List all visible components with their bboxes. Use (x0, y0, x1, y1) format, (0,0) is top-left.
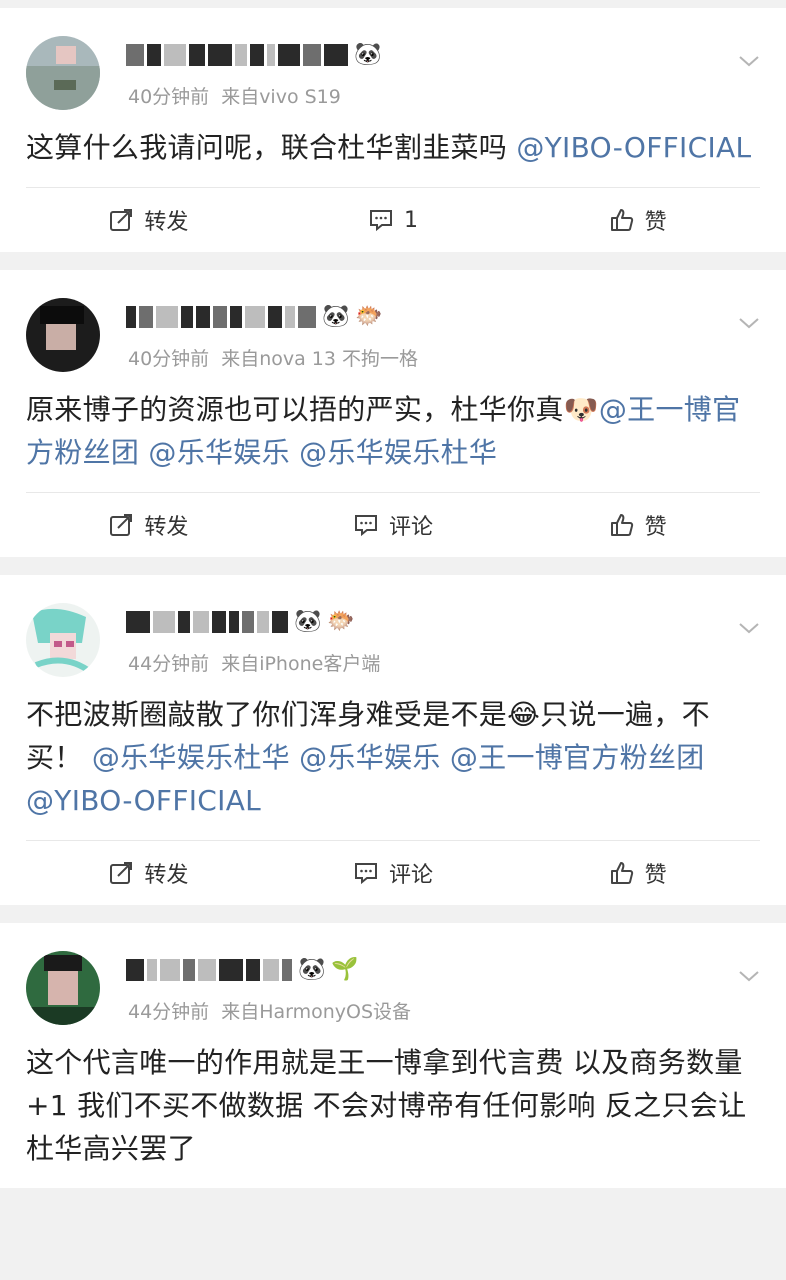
post-time: 44分钟前 (128, 1001, 210, 1023)
comment-icon (355, 863, 377, 885)
chevron-down-icon[interactable] (738, 312, 760, 334)
thumbs-up-icon (610, 209, 633, 231)
chevron-down-icon[interactable] (738, 50, 760, 72)
comment-button[interactable]: 评论 (271, 509, 516, 541)
post-time: 40分钟前 (128, 86, 210, 108)
comment-card: 🐼 🐡 44分钟前 来自iPhone客户端 不把波斯圈敲散了你们浑身难受是不是😂只… (0, 575, 786, 905)
repost-icon (110, 209, 133, 231)
mention-link[interactable]: @乐华娱乐 (148, 436, 290, 469)
comment-icon (370, 210, 392, 232)
repost-button[interactable]: 转发 (26, 857, 271, 889)
avatar[interactable] (26, 603, 100, 677)
badge-icon: 🐼 (298, 957, 326, 982)
username[interactable]: 🐼 (126, 38, 381, 72)
comment-card: 🐼 🐡 40分钟前 来自nova 13 不拘一格 原来博子的资源也可以捂的严实，杜… (0, 270, 786, 557)
comment-button[interactable]: 1 (271, 207, 516, 233)
username[interactable]: 🐼 🌱 (126, 953, 359, 987)
chevron-down-icon[interactable] (738, 617, 760, 639)
comment-text-span: 这个代言唯一的作用就是王一博拿到代言费 以及商务数量+1 我们不买不做数据 不会… (26, 1046, 747, 1165)
chevron-down-icon[interactable] (738, 965, 760, 987)
username[interactable]: 🐼 🐡 (126, 605, 355, 639)
comment-feed: 🐼 40分钟前 来自vivo S19 这算什么我请问呢，联合杜华割韭菜吗 @YIB… (0, 0, 786, 1188)
badge-icon: 🐡 (327, 609, 355, 634)
repost-icon (110, 514, 133, 536)
repost-button[interactable]: 转发 (26, 509, 271, 541)
comment-text: 不把波斯圈敲散了你们浑身难受是不是😂只说一遍，不买！ @乐华娱乐杜华 @乐华娱乐… (26, 663, 760, 840)
comment-card: 🐼 40分钟前 来自vivo S19 这算什么我请问呢，联合杜华割韭菜吗 @YIB… (0, 8, 786, 252)
comment-text-span (441, 741, 450, 774)
comment-card: 🐼 🌱 44分钟前 来自HarmonyOS设备 这个代言唯一的作用就是王一博拿到代… (0, 923, 786, 1188)
mention-link[interactable]: @YIBO-OFFICIAL (516, 131, 751, 164)
like-button[interactable]: 赞 (515, 509, 760, 541)
comment-text-span (290, 436, 299, 469)
post-source[interactable]: 来自HarmonyOS设备 (221, 1001, 411, 1023)
post-source[interactable]: 来自vivo S19 (221, 86, 341, 108)
comment-text: 原来博子的资源也可以捂的严实，杜华你真🐶@王一博官方粉丝团 @乐华娱乐 @乐华娱… (26, 358, 760, 492)
avatar[interactable] (26, 36, 100, 110)
avatar[interactable] (26, 951, 100, 1025)
post-source[interactable]: 来自nova 13 不拘一格 (221, 348, 418, 370)
badge-icon: 🐡 (355, 304, 383, 329)
like-button[interactable]: 赞 (515, 204, 760, 236)
mention-link[interactable]: @乐华娱乐杜华 (92, 741, 290, 774)
mention-link[interactable]: @乐华娱乐杜华 (299, 436, 497, 469)
mention-link[interactable]: @王一博官方粉丝团 (450, 741, 705, 774)
post-source[interactable]: 来自iPhone客户端 (221, 653, 380, 675)
comment-text: 这算什么我请问呢，联合杜华割韭菜吗 @YIBO-OFFICIAL (26, 96, 760, 187)
comment-button[interactable]: 评论 (271, 857, 516, 889)
avatar[interactable] (26, 298, 100, 372)
comment-text-span: 原来博子的资源也可以捂的严实，杜华你真🐶 (26, 393, 599, 426)
badge-icon: 🌱 (331, 957, 359, 982)
badge-icon: 🐼 (354, 42, 382, 67)
repost-icon (110, 862, 133, 884)
comment-text-span (290, 741, 299, 774)
like-button[interactable]: 赞 (515, 857, 760, 889)
repost-button[interactable]: 转发 (26, 204, 271, 236)
mention-link[interactable]: @YIBO-OFFICIAL (26, 784, 261, 817)
badge-icon: 🐼 (322, 304, 350, 329)
badge-icon: 🐼 (294, 609, 322, 634)
username[interactable]: 🐼 🐡 (126, 300, 383, 334)
post-time: 44分钟前 (128, 653, 210, 675)
thumbs-up-icon (610, 862, 633, 884)
post-time: 40分钟前 (128, 348, 210, 370)
mention-link[interactable]: @乐华娱乐 (299, 741, 441, 774)
comment-text-span: 这算什么我请问呢，联合杜华割韭菜吗 (26, 131, 517, 164)
comment-text: 这个代言唯一的作用就是王一博拿到代言费 以及商务数量+1 我们不买不做数据 不会… (26, 1011, 760, 1188)
comment-icon (355, 515, 377, 537)
thumbs-up-icon (610, 514, 633, 536)
